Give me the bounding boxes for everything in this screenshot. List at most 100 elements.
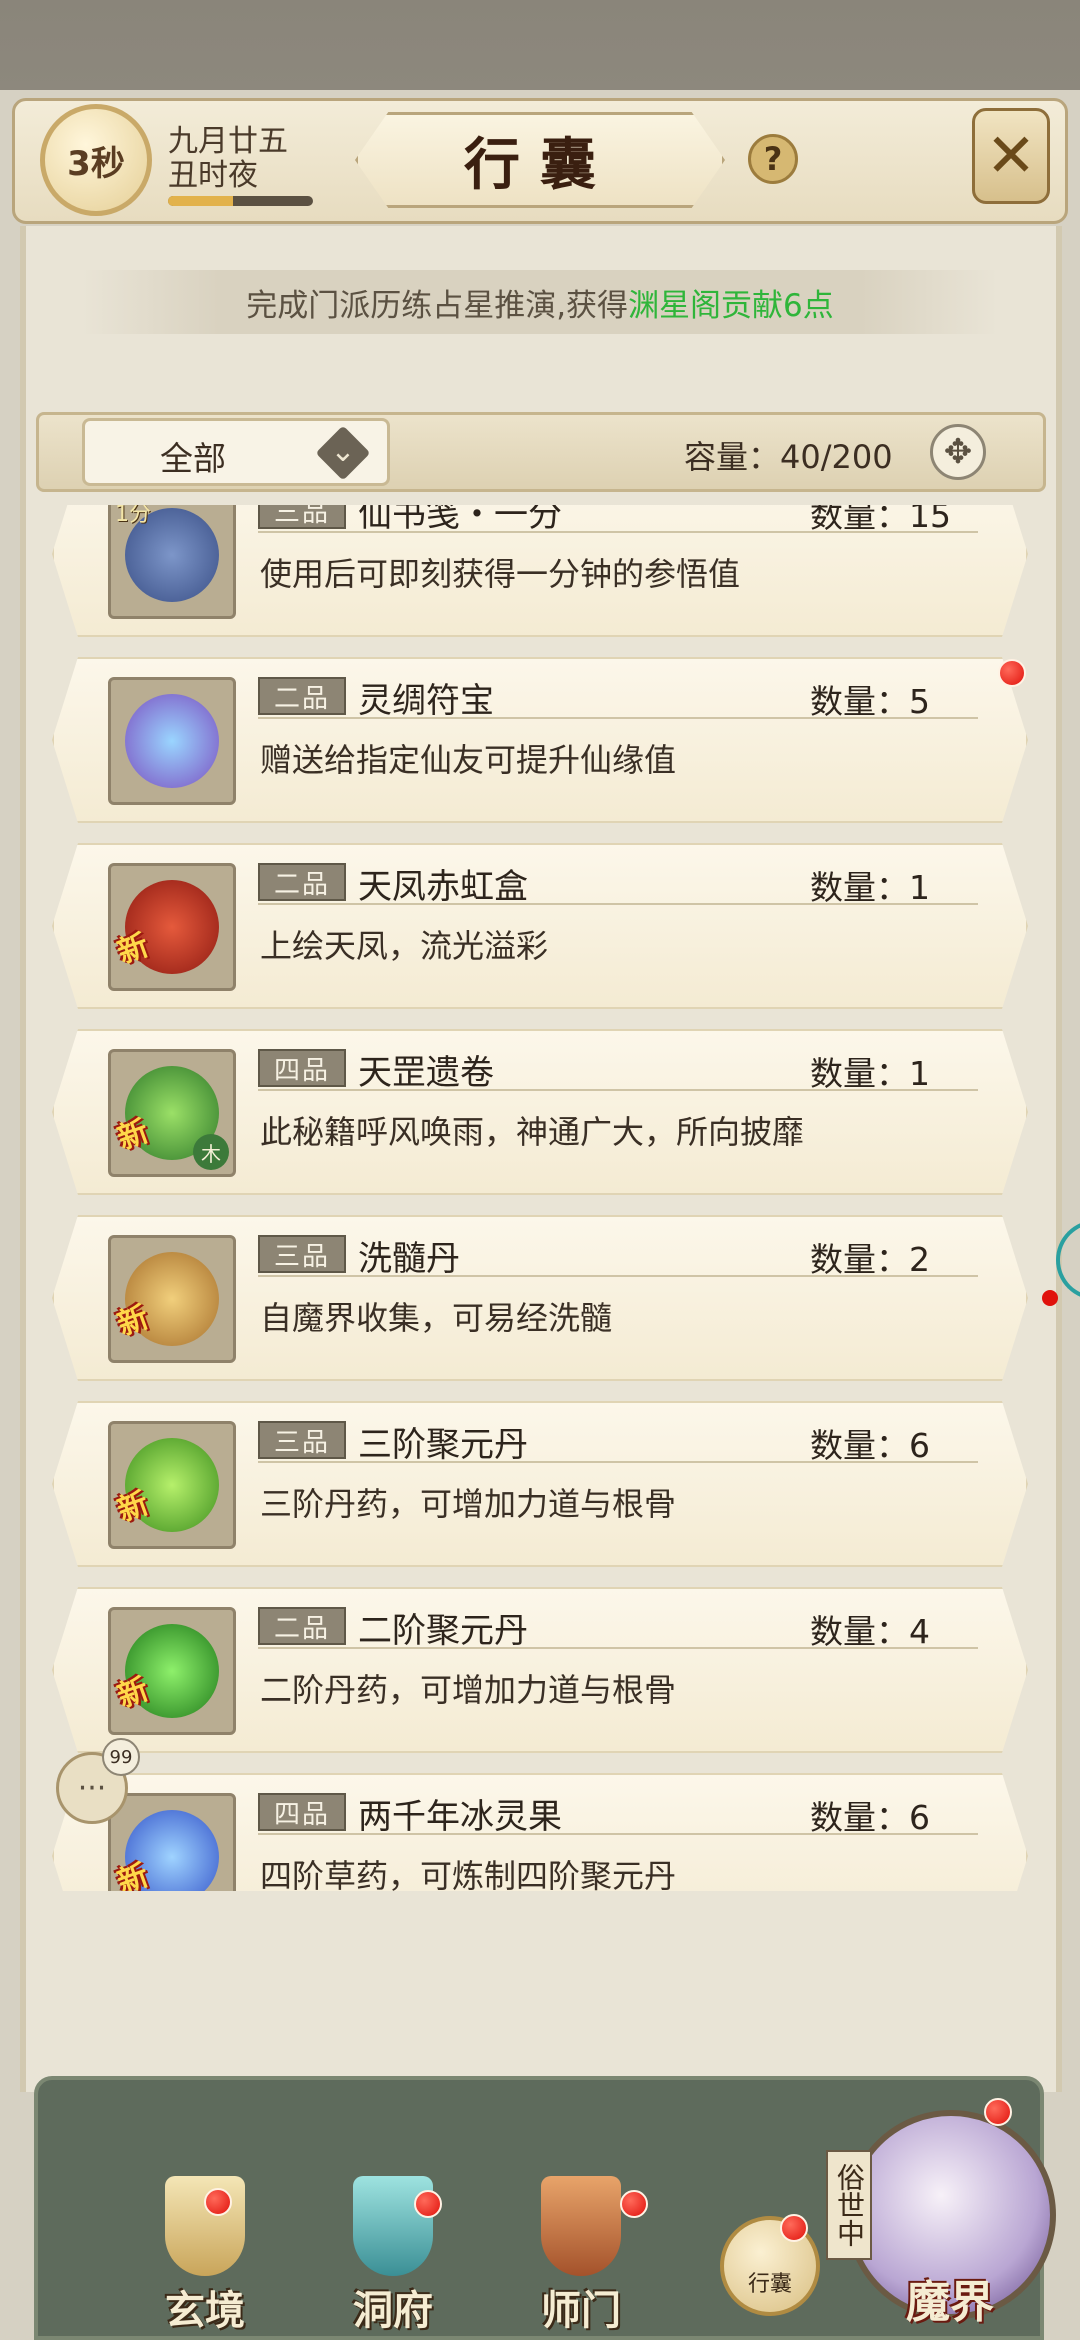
divider (258, 1647, 978, 1649)
item-description: 此秘籍呼风唤雨，神通广大，所向披靡 (260, 1113, 805, 1151)
notice-banner: 完成门派历练占星推演,获得 渊星阁贡献6点 (82, 270, 998, 334)
nav-xingnang-label: 行囊 (747, 2272, 792, 2297)
item-grade-badge: 三品 (258, 505, 346, 529)
divider (258, 1275, 978, 1277)
divider (258, 1089, 978, 1091)
list-item[interactable]: 新三品 三阶聚元丹 数量：6 三阶丹药，可增加力道与根骨 (52, 1401, 1028, 1567)
item-name: 天罡遗卷 (358, 1053, 494, 1093)
scroll-icon: 1分 (108, 505, 236, 619)
item-name: 天凤赤虹盒 (358, 867, 528, 907)
gourd-icon: 新 (108, 1235, 236, 1363)
item-description: 赠送给指定仙友可提升仙缘值 (260, 741, 677, 779)
quantity-label: 数量： (810, 1612, 909, 1651)
quantity-label: 数量： (810, 1426, 909, 1465)
capacity-value: 40/200 (780, 438, 893, 476)
list-item[interactable]: 新二品 天凤赤虹盒 数量：1 上绘天凤，流光溢彩 (52, 843, 1028, 1009)
notice-text: 完成门派历练占星推演,获得 (246, 287, 629, 324)
help-button[interactable]: ? (748, 134, 798, 184)
game-time: 丑时夜 (168, 158, 258, 193)
expand-capacity-button[interactable]: ✥ (930, 424, 986, 480)
item-name: 洗髓丹 (358, 1239, 460, 1279)
category-filter-value: 全部 (160, 439, 226, 478)
realm-status-tag: 俗世中 (826, 2150, 872, 2260)
time-progress-fill (168, 196, 234, 206)
quantity-value: 1 (909, 868, 930, 907)
item-list[interactable]: 1分 三品 仙书笺・一分 数量：15 使用后可即刻获得一分钟的参悟值 二品 灵绸符宝 数量：5… (30, 505, 1050, 1891)
quantity-value: 6 (909, 1426, 930, 1465)
red-pouch-icon: 新 (108, 863, 236, 991)
green-orb-icon: 新 (108, 1607, 236, 1735)
close-button[interactable]: ✕ (972, 108, 1050, 204)
item-name: 三阶聚元丹 (358, 1425, 528, 1465)
countdown-timer: 3秒 (40, 104, 152, 216)
quantity-label: 数量： (810, 1240, 909, 1279)
list-item[interactable]: 1分 三品 仙书笺・一分 数量：15 使用后可即刻获得一分钟的参悟值 (52, 505, 1028, 637)
notification-dot (1042, 1290, 1058, 1306)
list-item[interactable]: 二品 灵绸符宝 数量：5 赠送给指定仙友可提升仙缘值 (52, 657, 1028, 823)
quantity-label: 数量： (810, 1054, 909, 1093)
nav-dongfu-label: 洞府 (353, 2287, 433, 2334)
quantity-value: 2 (909, 1240, 930, 1279)
notification-dot (998, 659, 1026, 687)
item-grade-badge: 三品 (258, 1421, 346, 1459)
page-title: 行囊 (355, 112, 725, 208)
chevron-down-icon: ⌄ (330, 434, 356, 469)
quantity-value: 1 (909, 1054, 930, 1093)
item-grade-badge: 四品 (258, 1049, 346, 1087)
green-pill-icon: 新 (108, 1421, 236, 1549)
item-quantity: 数量：6 (810, 1419, 930, 1467)
quantity-label: 数量： (810, 682, 909, 721)
item-name: 二阶聚元丹 (358, 1611, 528, 1651)
divider (258, 903, 978, 905)
nav-xuanjing-label: 玄境 (165, 2287, 245, 2334)
divider (258, 531, 978, 533)
element-badge: 木 (193, 1134, 229, 1170)
item-description: 三阶丹药，可增加力道与根骨 (260, 1485, 677, 1523)
chat-unread-count: 99 (102, 1738, 140, 1776)
item-description: 上绘天凤，流光溢彩 (260, 927, 549, 965)
banner-icon (541, 2176, 621, 2276)
silk-talisman-icon (108, 677, 236, 805)
list-item[interactable]: 新木四品 天罡遗卷 数量：1 此秘籍呼风唤雨，神通广大，所向披靡 (52, 1029, 1028, 1195)
scroll-map-icon (165, 2176, 245, 2276)
item-description: 自魔界收集，可易经洗髓 (260, 1299, 613, 1337)
item-grade-badge: 二品 (258, 677, 346, 715)
list-item[interactable]: 新四品 两千年冰灵果 数量：6 四阶草药，可炼制四阶聚元丹 (52, 1773, 1028, 1891)
item-quantity: 数量：6 (810, 1791, 930, 1839)
item-quantity: 数量：5 (810, 675, 930, 723)
quantity-value: 6 (909, 1798, 930, 1837)
item-name: 灵绸符宝 (358, 681, 494, 721)
notification-dot (620, 2190, 648, 2218)
quantity-value: 4 (909, 1612, 930, 1651)
time-progress-bar (168, 196, 313, 206)
item-grade-badge: 二品 (258, 863, 346, 901)
list-item[interactable]: 新三品 洗髓丹 数量：2 自魔界收集，可易经洗髓 (52, 1215, 1028, 1381)
divider (258, 1833, 978, 1835)
item-description: 四阶草药，可炼制四阶聚元丹 (260, 1857, 677, 1891)
nav-shimen-label: 师门 (541, 2287, 621, 2334)
divider (258, 1461, 978, 1463)
divider (258, 717, 978, 719)
item-description: 使用后可即刻获得一分钟的参悟值 (260, 555, 741, 593)
ice-lotus-icon: 新 (108, 1793, 236, 1891)
item-grade-badge: 二品 (258, 1607, 346, 1645)
item-grade-badge: 四品 (258, 1793, 346, 1831)
item-art (125, 694, 219, 788)
capacity-readout: 容量：40/200 (684, 432, 893, 478)
item-quantity: 数量：1 (810, 861, 930, 909)
item-grade-badge: 三品 (258, 1235, 346, 1273)
item-quantity: 数量：2 (810, 1233, 930, 1281)
capacity-label: 容量： (684, 438, 781, 476)
item-quantity: 数量：1 (810, 1047, 930, 1095)
item-name: 两千年冰灵果 (358, 1797, 562, 1837)
notification-dot (414, 2190, 442, 2218)
quantity-label: 数量： (810, 868, 909, 907)
notice-highlight: 渊星阁贡献6点 (628, 287, 834, 324)
item-corner-label: 1分 (115, 505, 151, 527)
green-scroll-icon: 新木 (108, 1049, 236, 1177)
item-quantity: 数量：4 (810, 1605, 930, 1653)
list-item[interactable]: 新二品 二阶聚元丹 数量：4 二阶丹药，可增加力道与根骨 (52, 1587, 1028, 1753)
notification-dot (780, 2214, 808, 2242)
quantity-value: 5 (909, 682, 930, 721)
notification-dot (204, 2188, 232, 2216)
